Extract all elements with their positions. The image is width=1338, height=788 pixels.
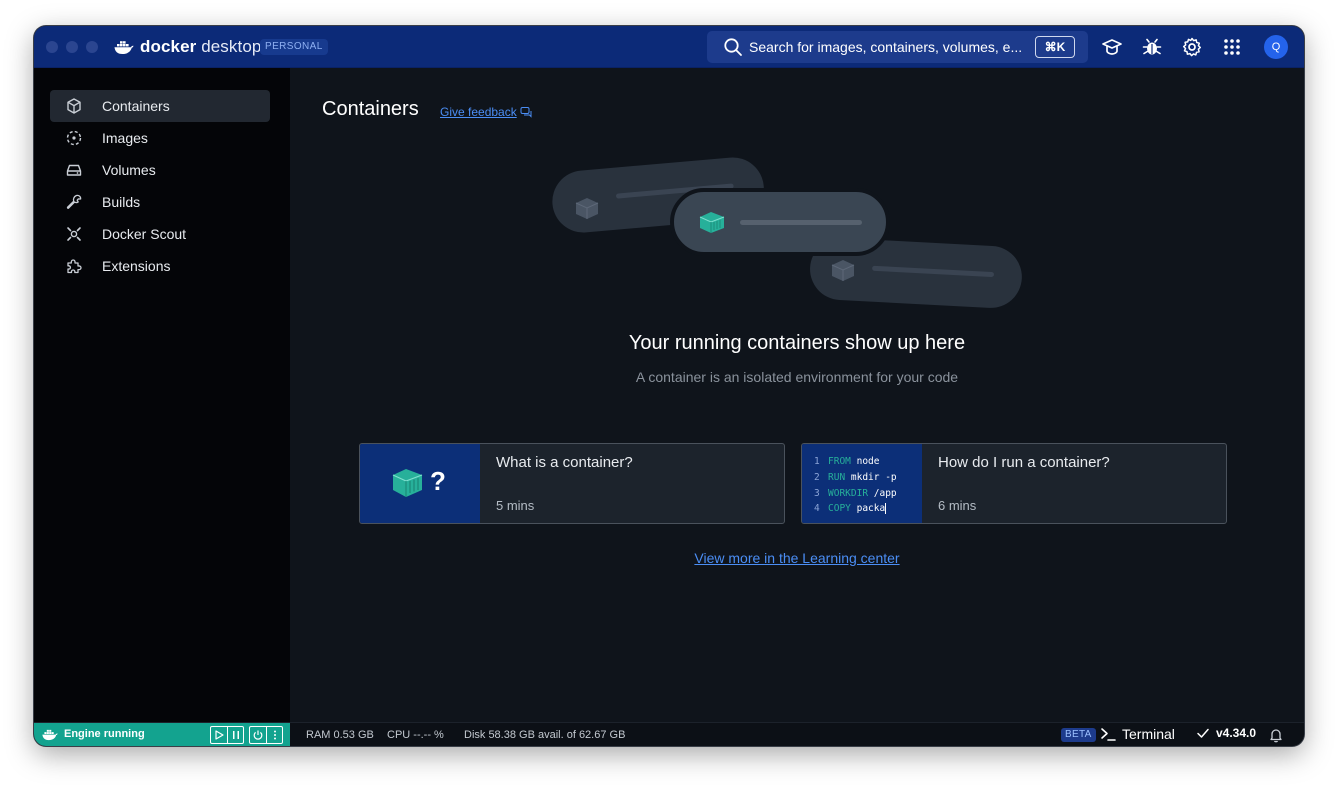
plan-badge: PERSONAL xyxy=(260,39,328,55)
cpu-usage: CPU --.-- % xyxy=(387,729,444,741)
checkmark-icon xyxy=(1197,728,1209,738)
sidebar-item-containers[interactable]: Containers xyxy=(50,90,270,122)
card-title: What is a container? xyxy=(496,454,633,471)
sidebar-item-images[interactable]: Images xyxy=(50,122,270,154)
ram-usage: RAM 0.53 GB xyxy=(306,729,374,741)
beta-badge: BETA xyxy=(1061,728,1096,742)
version-label: v4.34.0 xyxy=(1216,726,1257,740)
docker-logo: docker desktop xyxy=(114,37,261,57)
card-thumbnail: 1 FROM node 2 RUN mkdir -p 3 WORKDIR /app 4… xyxy=(802,444,922,523)
notifications-bell-icon[interactable] xyxy=(1268,727,1284,743)
minimize-window-button[interactable] xyxy=(66,41,78,53)
containers-illustration xyxy=(552,157,1022,308)
wrench-icon xyxy=(66,194,82,209)
card-title: How do I run a container? xyxy=(938,454,1110,471)
code-line: 3 WORKDIR /app xyxy=(814,487,897,499)
settings-gear-icon[interactable] xyxy=(1181,36,1203,58)
terminal-label[interactable]: Terminal xyxy=(1122,726,1175,742)
title-bar: docker desktop PERSONAL Search for image… xyxy=(34,26,1304,68)
puzzle-icon xyxy=(67,259,82,274)
disk-usage: Disk 58.38 GB avail. of 62.67 GB xyxy=(464,729,626,741)
feedback-chat-icon xyxy=(520,107,532,118)
sidebar-item-extensions[interactable]: Extensions xyxy=(50,250,270,282)
power-icon[interactable] xyxy=(252,729,264,741)
terminal-prompt-icon xyxy=(1101,728,1116,741)
status-bar: Engine running RAM 0.53 GB CPU --.-- % D… xyxy=(34,722,1304,746)
apps-grid-icon[interactable] xyxy=(1221,36,1243,58)
image-layers-icon xyxy=(66,130,82,146)
account-avatar[interactable]: Q xyxy=(1264,35,1288,59)
more-vertical-icon[interactable] xyxy=(269,729,281,741)
pause-icon[interactable] xyxy=(230,729,242,741)
search-placeholder[interactable]: Search for images, containers, volumes, … xyxy=(749,39,1031,55)
search-icon xyxy=(724,38,742,56)
global-search[interactable]: Search for images, containers, volumes, … xyxy=(707,31,1088,63)
engine-play-pause-group xyxy=(210,726,244,744)
sidebar-item-label: Builds xyxy=(102,194,141,210)
brand-name: docker desktop xyxy=(140,37,262,56)
text-cursor xyxy=(885,503,887,515)
sidebar-item-label: Images xyxy=(102,130,148,146)
engine-status-panel: Engine running xyxy=(34,723,290,746)
engine-power-group xyxy=(249,726,283,744)
search-shortcut-badge: ⌘K xyxy=(1035,36,1075,58)
container-cube-icon xyxy=(392,469,423,497)
main-content: Containers Give feedback Your running co… xyxy=(290,68,1304,722)
close-window-button[interactable] xyxy=(46,41,58,53)
code-line: 4 COPY packa xyxy=(814,503,887,515)
sidebar: Containers Images Volumes Builds Docker … xyxy=(34,68,290,722)
code-line: 2 RUN mkdir -p xyxy=(814,471,897,483)
card-duration: 5 mins xyxy=(496,498,535,513)
card-duration: 6 mins xyxy=(938,498,977,513)
give-feedback-label[interactable]: Give feedback xyxy=(440,105,517,119)
docker-desktop-window: docker desktop PERSONAL Search for image… xyxy=(34,26,1304,746)
learning-center-icon[interactable] xyxy=(1101,36,1123,58)
terminal-button[interactable]: Terminal xyxy=(1100,726,1175,742)
sidebar-item-builds[interactable]: Builds xyxy=(50,186,270,218)
engine-status-label: Engine running xyxy=(64,728,145,740)
page-title: Containers xyxy=(322,98,419,120)
learning-card-run-container[interactable]: 1 FROM node 2 RUN mkdir -p 3 WORKDIR /app 4… xyxy=(801,443,1227,524)
empty-state-title: Your running containers show up here xyxy=(628,332,966,354)
sidebar-item-label: Docker Scout xyxy=(102,226,187,242)
code-line: 1 FROM node xyxy=(814,456,880,467)
dockerfile-code-snippet: 1 FROM node 2 RUN mkdir -p 3 WORKDIR /app 4… xyxy=(814,454,897,517)
version-status[interactable]: v4.34.0 xyxy=(1196,726,1256,740)
sidebar-item-volumes[interactable]: Volumes xyxy=(50,154,270,186)
cube-icon xyxy=(67,98,81,114)
empty-state-subtitle: A container is an isolated environment f… xyxy=(635,369,959,385)
give-feedback-link[interactable]: Give feedback xyxy=(440,105,532,119)
docker-whale-icon xyxy=(114,41,134,54)
sidebar-item-docker-scout[interactable]: Docker Scout xyxy=(50,218,270,250)
docker-whale-icon xyxy=(42,729,58,741)
drive-icon xyxy=(66,164,82,176)
sidebar-item-label: Containers xyxy=(102,98,170,114)
learning-card-what-is-container[interactable]: ? What is a container? 5 mins xyxy=(359,443,785,524)
zoom-window-button[interactable] xyxy=(86,41,98,53)
sidebar-item-label: Volumes xyxy=(102,162,156,178)
sidebar-item-label: Extensions xyxy=(102,258,171,274)
card-thumbnail: ? xyxy=(360,444,480,523)
play-icon[interactable] xyxy=(213,729,225,741)
bug-report-icon[interactable] xyxy=(1141,36,1163,58)
scout-icon xyxy=(67,227,81,241)
learning-center-link[interactable]: View more in the Learning center xyxy=(290,550,1304,566)
question-mark-icon: ? xyxy=(430,466,446,496)
